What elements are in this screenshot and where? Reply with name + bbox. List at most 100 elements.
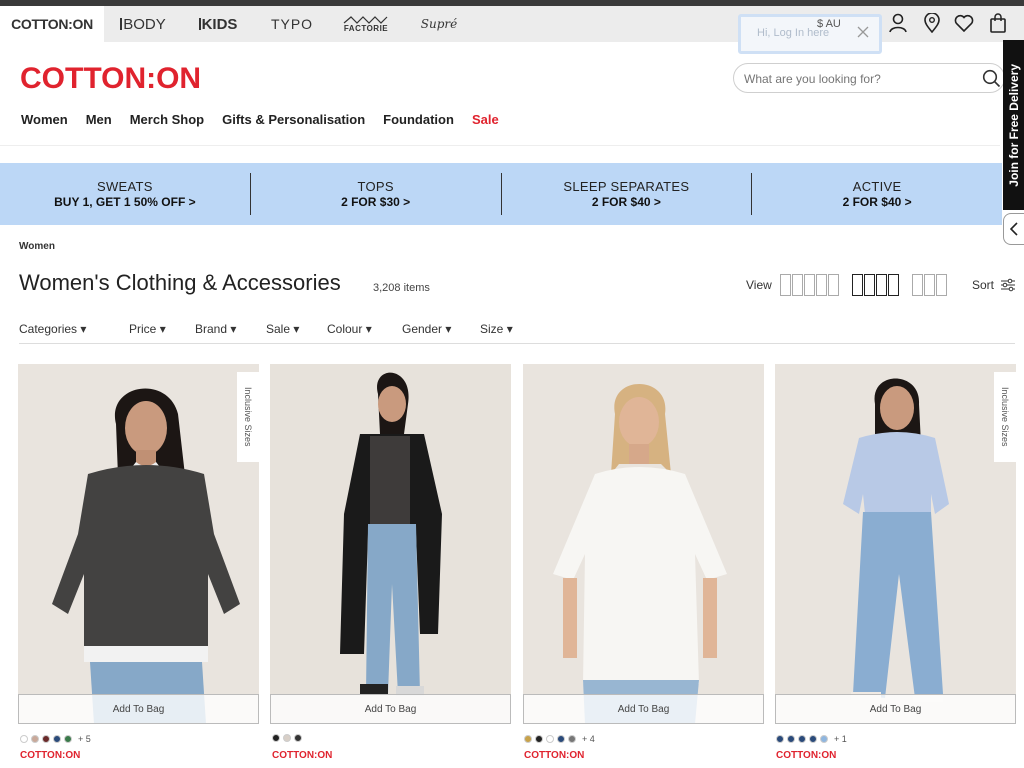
color-swatch[interactable]	[524, 735, 532, 743]
color-swatch[interactable]	[535, 735, 543, 743]
brand-tab-kids[interactable]: KIDS	[182, 6, 254, 42]
promo-tops[interactable]: TOPS 2 FOR $30 >	[251, 173, 502, 215]
caret-down-icon: ▾	[506, 322, 513, 336]
brand-tab-supre[interactable]: Supré	[402, 6, 476, 42]
promo-offer: BUY 1, GET 1 50% OFF >	[54, 195, 196, 209]
promo-active[interactable]: ACTIVE 2 FOR $40 >	[752, 173, 1002, 215]
product-image	[270, 364, 511, 724]
color-swatch[interactable]	[294, 734, 302, 742]
site-logo[interactable]: COTTON:ON	[20, 62, 201, 96]
more-colors[interactable]: + 5	[78, 734, 91, 744]
brand-tab-body[interactable]: BODY	[104, 6, 182, 42]
view-5-columns-button[interactable]	[780, 274, 839, 296]
color-swatch[interactable]	[20, 735, 28, 743]
currency-selector[interactable]: $ AU	[817, 18, 841, 30]
product-brand: COTTON:ON	[776, 750, 837, 761]
filter-divider	[19, 343, 1015, 344]
filter-label: Brand	[195, 322, 228, 336]
search-input[interactable]	[744, 69, 972, 89]
filter-label: Gender	[402, 322, 443, 336]
wishlist-heart-icon[interactable]	[953, 12, 975, 34]
color-swatch[interactable]	[568, 735, 576, 743]
caret-down-icon: ▾	[159, 322, 166, 336]
login-popover[interactable]: Hi, Log In here $ AU	[738, 14, 882, 54]
caret-down-icon: ▾	[365, 322, 372, 336]
filter-colour[interactable]: Colour ▾	[327, 322, 372, 336]
nav-item-sale[interactable]: Sale	[472, 112, 499, 127]
add-to-bag-button[interactable]: Add To Bag	[775, 694, 1016, 724]
nav-item-gifts[interactable]: Gifts & Personalisation	[222, 112, 365, 127]
promo-title: SWEATS	[97, 179, 153, 194]
add-to-bag-button[interactable]: Add To Bag	[270, 694, 511, 724]
product-image	[523, 364, 764, 724]
nav-item-men[interactable]: Men	[86, 112, 112, 127]
color-swatch[interactable]	[809, 735, 817, 743]
promo-sleep-separates[interactable]: SLEEP SEPARATES 2 FOR $40 >	[502, 173, 753, 215]
search-icon[interactable]	[982, 69, 1001, 88]
brand-tab-label: BODY	[123, 15, 166, 33]
product-image	[18, 364, 259, 724]
product-card[interactable]: Inclusive Sizes Add To Bag	[775, 364, 1016, 724]
filter-sale[interactable]: Sale ▾	[266, 322, 299, 336]
store-locator-icon[interactable]	[921, 12, 943, 34]
product-card[interactable]: Inclusive Sizes Add To Bag	[18, 364, 259, 724]
nav-item-merch-shop[interactable]: Merch Shop	[130, 112, 204, 127]
color-swatches: + 1	[776, 734, 847, 744]
add-to-bag-button[interactable]: Add To Bag	[523, 694, 764, 724]
breadcrumb[interactable]: Women	[19, 241, 55, 252]
filter-size[interactable]: Size ▾	[480, 322, 513, 336]
promo-sweats[interactable]: SWEATS BUY 1, GET 1 50% OFF >	[0, 173, 251, 215]
add-to-bag-button[interactable]: Add To Bag	[18, 694, 259, 724]
page-title: Women's Clothing & Accessories	[19, 270, 341, 295]
color-swatch[interactable]	[557, 735, 565, 743]
brand-tab-label: FACTORIE	[343, 23, 389, 33]
product-card[interactable]: Add To Bag	[270, 364, 511, 724]
brand-tab-factorie[interactable]: FACTORIE	[330, 6, 402, 42]
side-tab-collapse-button[interactable]	[1003, 213, 1024, 245]
product-card[interactable]: Add To Bag	[523, 364, 764, 724]
color-swatch[interactable]	[787, 735, 795, 743]
color-swatch[interactable]	[272, 734, 280, 742]
account-icon[interactable]	[887, 12, 909, 34]
caret-down-icon: ▾	[293, 322, 300, 336]
color-swatch[interactable]	[776, 735, 784, 743]
chevron-left-icon	[1010, 222, 1018, 236]
color-swatch[interactable]	[64, 735, 72, 743]
side-tab-label: Join for Free Delivery	[1006, 63, 1021, 187]
color-swatch[interactable]	[820, 735, 828, 743]
brand-bar: COTTON:ON BODY KIDS TYPO FACTORIE Supré …	[0, 6, 1024, 54]
nav-item-foundation[interactable]: Foundation	[383, 112, 454, 127]
filter-gender[interactable]: Gender ▾	[402, 322, 451, 336]
search-box[interactable]	[733, 63, 1005, 93]
sort-sliders-icon[interactable]	[1000, 278, 1016, 292]
sort-button[interactable]: Sort	[972, 278, 994, 292]
promo-title: ACTIVE	[852, 179, 902, 194]
join-free-delivery-tab[interactable]: Join for Free Delivery	[1003, 40, 1024, 210]
more-colors[interactable]: + 1	[834, 734, 847, 744]
nav-item-women[interactable]: Women	[21, 112, 68, 127]
color-swatch[interactable]	[546, 735, 554, 743]
brand-tab-label: Supré	[420, 17, 458, 31]
color-swatch[interactable]	[42, 735, 50, 743]
color-swatch[interactable]	[31, 735, 39, 743]
shopping-bag-icon[interactable]	[987, 12, 1009, 34]
add-to-bag-label: Add To Bag	[869, 703, 922, 715]
close-icon[interactable]	[857, 26, 869, 38]
color-swatches: + 5	[20, 734, 91, 744]
view-3-columns-button[interactable]	[912, 274, 947, 296]
color-swatch[interactable]	[798, 735, 806, 743]
view-4-columns-button[interactable]	[852, 274, 899, 296]
color-swatch[interactable]	[283, 734, 291, 742]
filter-categories[interactable]: Categories ▾	[19, 322, 86, 336]
inclusive-sizes-badge: Inclusive Sizes	[994, 372, 1016, 462]
brand-tab-typo[interactable]: TYPO	[254, 6, 330, 42]
color-swatch[interactable]	[53, 735, 61, 743]
filter-label: Sale	[266, 322, 291, 336]
brand-tab-cottonon[interactable]: COTTON:ON	[0, 6, 104, 42]
filter-label: Price	[129, 322, 157, 336]
badge-label: Inclusive Sizes	[1000, 387, 1010, 447]
add-to-bag-label: Add To Bag	[112, 703, 165, 715]
more-colors[interactable]: + 4	[582, 734, 595, 744]
filter-brand[interactable]: Brand ▾	[195, 322, 236, 336]
filter-price[interactable]: Price ▾	[129, 322, 166, 336]
